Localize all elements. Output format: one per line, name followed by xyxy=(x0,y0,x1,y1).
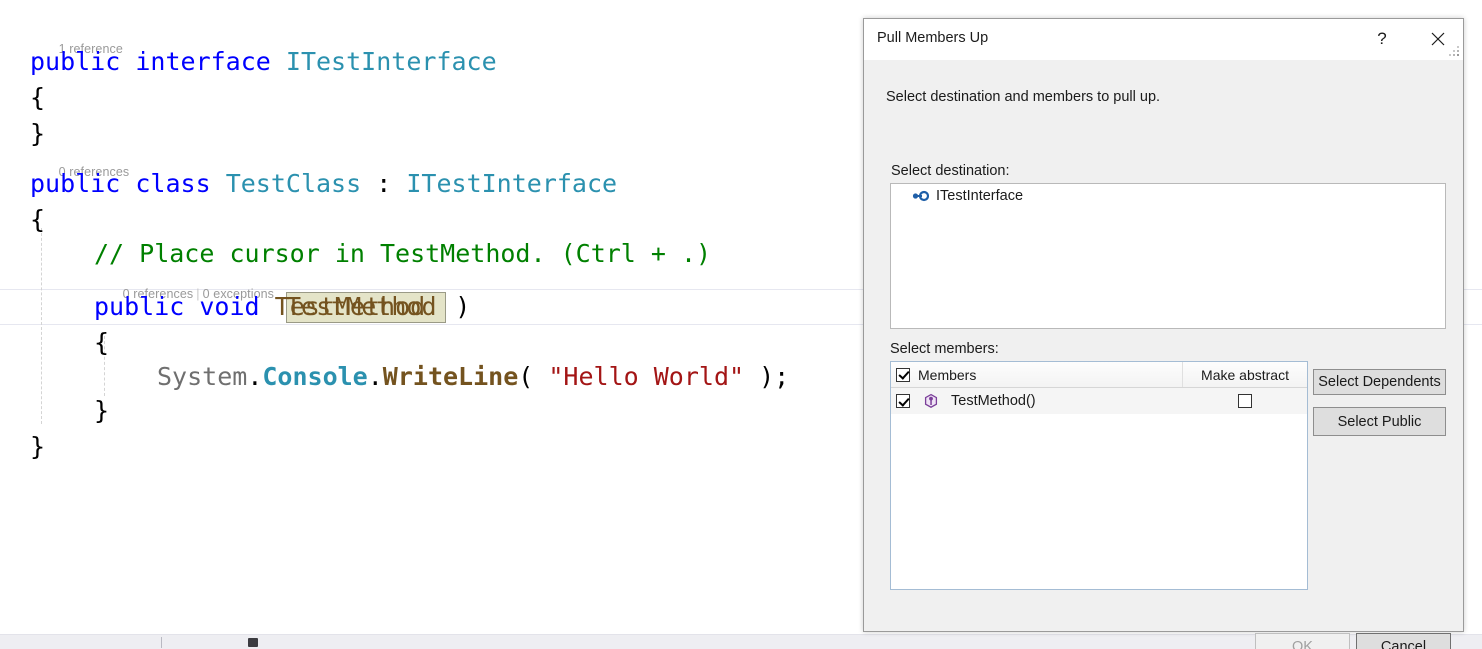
make-abstract-checkbox[interactable] xyxy=(1238,394,1252,408)
code-line-4: public class TestClass : ITestInterface xyxy=(30,166,617,202)
code-line-9: System.Console.WriteLine( "Hello World" … xyxy=(157,359,789,395)
token-comment: // Place cursor in TestMethod. (Ctrl + .… xyxy=(94,239,711,268)
token-brace: { xyxy=(30,205,45,234)
code-line-6: // Place cursor in TestMethod. (Ctrl + .… xyxy=(94,236,711,272)
destination-label: Select destination: xyxy=(891,163,1010,179)
resize-grip-icon[interactable] xyxy=(1446,43,1460,57)
destination-tree-item[interactable]: ITestInterface xyxy=(891,184,1445,208)
token-keyword: public xyxy=(30,169,120,198)
token-open-paren: ( xyxy=(518,362,548,391)
token-space xyxy=(271,47,286,76)
dialog-instruction: Select destination and members to pull u… xyxy=(886,89,1160,105)
token-space xyxy=(120,169,135,198)
token-space xyxy=(211,169,226,198)
ok-label: OK xyxy=(1292,639,1313,649)
token-brace: } xyxy=(30,119,45,148)
code-line-10: } xyxy=(94,393,109,429)
cancel-button[interactable]: Cancel xyxy=(1356,633,1451,649)
token-space xyxy=(184,292,199,321)
select-all-members-checkbox[interactable] xyxy=(896,368,910,382)
code-line-8: { xyxy=(94,325,109,361)
token-brace: { xyxy=(30,83,45,112)
token-space xyxy=(260,292,275,321)
token-keyword: public xyxy=(30,47,120,76)
rename-selection-text[interactable]: TestMethod xyxy=(286,289,437,325)
code-line-3: } xyxy=(30,116,45,152)
member-cell: TestMethod() xyxy=(891,393,1183,409)
code-line-1: public interface ITestInterface xyxy=(30,44,497,80)
token-class: Console xyxy=(262,362,367,391)
ok-button[interactable]: OK xyxy=(1255,633,1350,649)
token-string: "Hello World" xyxy=(548,362,744,391)
make-abstract-cell xyxy=(1183,394,1307,408)
token-space xyxy=(120,47,135,76)
destination-item-label: ITestInterface xyxy=(936,188,1023,204)
pull-members-up-dialog: Pull Members Up ? Select destination and… xyxy=(863,18,1464,632)
token-colon: : xyxy=(376,169,391,198)
token-keyword: class xyxy=(135,169,210,198)
token-base-type: ITestInterface xyxy=(406,169,617,198)
app-root: 1 reference public interface ITestInterf… xyxy=(0,0,1482,649)
token-space xyxy=(361,169,376,198)
make-abstract-column-header[interactable]: Make abstract xyxy=(1183,362,1307,387)
question-mark-icon: ? xyxy=(1377,29,1386,49)
code-line-2: { xyxy=(30,80,45,116)
member-checkbox[interactable] xyxy=(896,394,910,408)
code-line-11: } xyxy=(30,429,45,465)
code-line-5: { xyxy=(30,202,45,238)
token-dot: . xyxy=(247,362,262,391)
token-method: WriteLine xyxy=(383,362,518,391)
destination-list[interactable]: ITestInterface xyxy=(890,183,1446,329)
status-divider xyxy=(161,637,162,648)
token-close-paren: ); xyxy=(744,362,789,391)
members-column-label: Members xyxy=(918,367,976,383)
dialog-titlebar[interactable]: Pull Members Up ? xyxy=(864,19,1463,60)
token-brace: } xyxy=(94,396,109,425)
close-icon xyxy=(1431,32,1445,46)
dialog-title: Pull Members Up xyxy=(877,30,988,46)
token-namespace: System xyxy=(157,362,247,391)
token-keyword: interface xyxy=(135,47,270,76)
token-keyword: public xyxy=(94,292,184,321)
token-type: ITestInterface xyxy=(286,47,497,76)
token-type: TestClass xyxy=(226,169,361,198)
table-row[interactable]: TestMethod() xyxy=(891,388,1307,414)
members-grid-header: Members Make abstract xyxy=(891,362,1307,388)
status-icon xyxy=(248,638,258,647)
member-name: TestMethod() xyxy=(951,393,1036,409)
help-button[interactable]: ? xyxy=(1359,19,1405,59)
token-keyword: void xyxy=(199,292,259,321)
select-public-button[interactable]: Select Public xyxy=(1313,407,1446,436)
members-label: Select members: xyxy=(890,341,999,357)
cancel-label: Cancel xyxy=(1381,639,1426,649)
token-brace: } xyxy=(30,432,45,461)
select-dependents-label: Select Dependents xyxy=(1318,374,1441,390)
token-space xyxy=(391,169,406,198)
members-column-header[interactable]: Members xyxy=(891,362,1183,387)
select-public-label: Select Public xyxy=(1338,414,1422,430)
select-dependents-button[interactable]: Select Dependents xyxy=(1313,369,1446,395)
members-grid[interactable]: Members Make abstract xyxy=(890,361,1308,590)
token-brace: { xyxy=(94,328,109,357)
make-abstract-column-label: Make abstract xyxy=(1201,367,1289,383)
token-dot: . xyxy=(368,362,383,391)
interface-icon xyxy=(912,188,929,204)
method-icon xyxy=(923,393,939,409)
